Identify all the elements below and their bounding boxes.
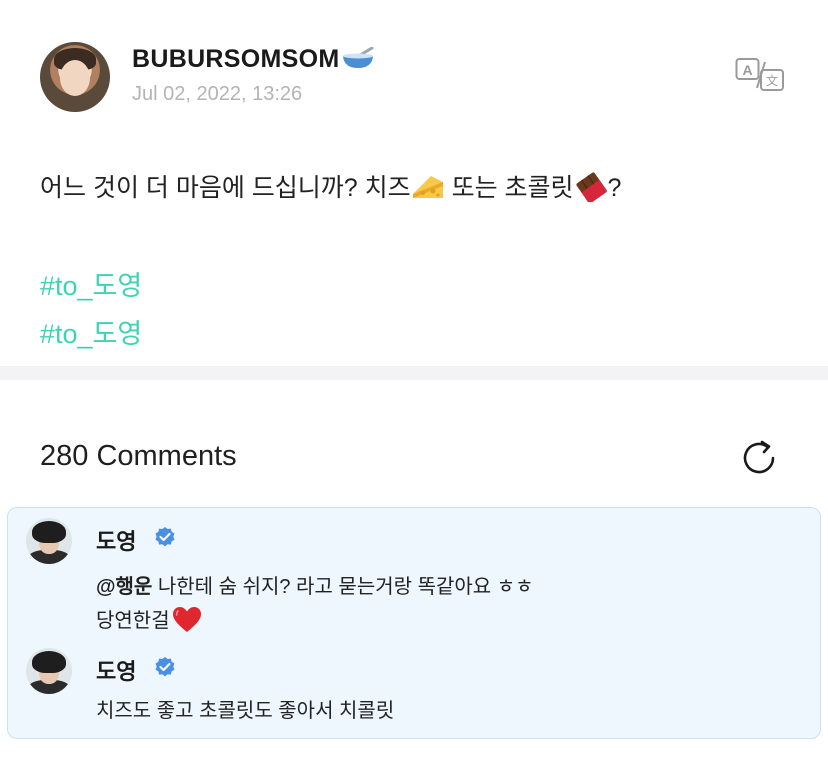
red-heart-icon bbox=[172, 607, 201, 632]
bowl-spoon-icon bbox=[343, 47, 374, 68]
translate-icon[interactable]: A 文 bbox=[735, 56, 785, 92]
comment-body: 치즈도 좋고 초콜릿도 좋아서 치콜릿 bbox=[96, 694, 394, 728]
comment-text: 나한테 숨 쉬지? 라고 묻는거랑 똑같아요 ㅎㅎ bbox=[152, 576, 534, 598]
commenter-avatar[interactable] bbox=[26, 648, 72, 694]
verified-badge-icon bbox=[155, 527, 175, 547]
post-text-part3: ? bbox=[607, 174, 622, 202]
hashtag-link[interactable]: #to_도영 bbox=[40, 264, 142, 303]
comment-line: @행운 나한테 숨 쉬지? 라고 묻는거랑 똑같아요 ㅎㅎ bbox=[96, 570, 534, 604]
comments-count: 280 Comments bbox=[40, 440, 237, 472]
comment-line: 당연한걸 bbox=[96, 604, 534, 638]
author-avatar[interactable] bbox=[40, 42, 110, 112]
verified-badge-icon bbox=[155, 657, 175, 677]
post-author-name[interactable]: BUBURSOMSOM bbox=[132, 45, 339, 73]
post-text: 어느 것이 더 마음에 드십니까? 치즈 또는 초콜릿 ? bbox=[40, 168, 621, 204]
mention-link[interactable]: @행운 bbox=[96, 576, 152, 598]
comment-author[interactable]: 도영 bbox=[96, 654, 136, 686]
comment-text: 당연한걸 bbox=[96, 610, 170, 632]
post-header: BUBURSOMSOM Jul 02, 2022, 13:26 A 文 bbox=[40, 42, 790, 114]
comment-thread: 도영 @행운 나한테 숨 쉬지? 라고 묻는거랑 똑같아요 ㅎㅎ 당연한걸 도영… bbox=[7, 507, 821, 739]
comment-body: @행운 나한테 숨 쉬지? 라고 묻는거랑 똑같아요 ㅎㅎ 당연한걸 bbox=[96, 570, 534, 638]
post-text-part1: 어느 것이 더 마음에 드십니까? 치즈 bbox=[40, 174, 411, 202]
svg-text:文: 文 bbox=[766, 73, 778, 88]
comment-author[interactable]: 도영 bbox=[96, 524, 136, 556]
post-date: Jul 02, 2022, 13:26 bbox=[132, 83, 303, 105]
svg-text:A: A bbox=[742, 62, 752, 78]
section-divider bbox=[0, 366, 828, 380]
post-text-part2: 또는 초콜릿 bbox=[444, 174, 574, 202]
post-author[interactable]: BUBURSOMSOM bbox=[132, 45, 375, 74]
comment-line: 치즈도 좋고 초콜릿도 좋아서 치콜릿 bbox=[96, 700, 395, 722]
refresh-icon[interactable] bbox=[740, 438, 780, 478]
cheese-icon bbox=[412, 176, 443, 198]
commenter-avatar[interactable] bbox=[26, 518, 72, 564]
hashtag-link[interactable]: #to_도영 bbox=[40, 312, 142, 351]
chocolate-icon bbox=[576, 172, 607, 202]
